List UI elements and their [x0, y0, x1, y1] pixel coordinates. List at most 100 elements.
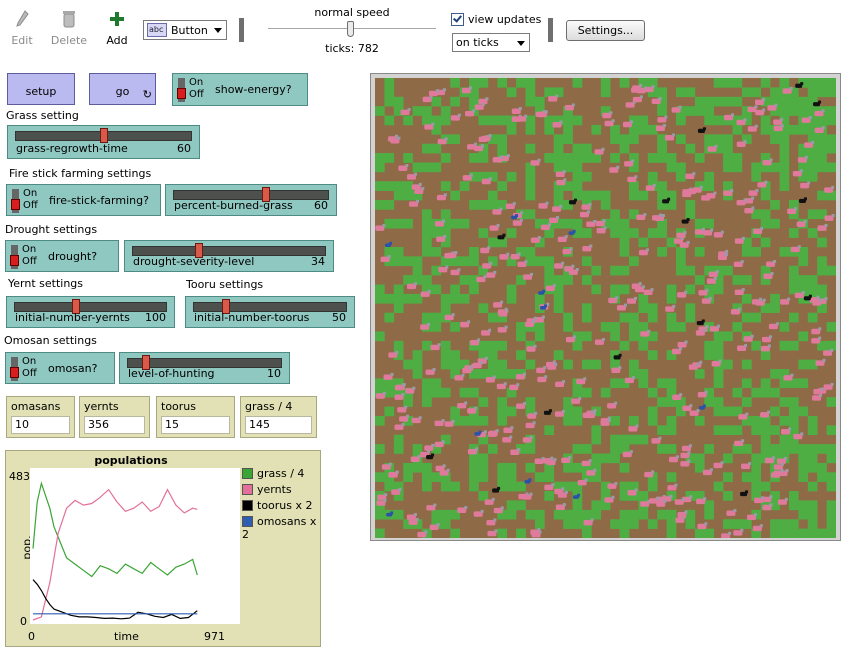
- grass-patch: [760, 218, 771, 229]
- edit-button[interactable]: Edit: [0, 8, 44, 52]
- grass-patch: [751, 246, 762, 257]
- initial-number-yernts-slider[interactable]: initial-number-yernts 100: [6, 296, 175, 328]
- grass-patch: [741, 444, 752, 454]
- grass-patch: [469, 472, 479, 482]
- grass-patch: [770, 200, 780, 210]
- grass-patch: [393, 96, 404, 107]
- grass-patch: [478, 453, 489, 464]
- grass-patch: [657, 509, 667, 520]
- grass-patch: [685, 209, 696, 220]
- grass-patch: [422, 209, 432, 220]
- grass-patch: [422, 106, 432, 116]
- switch-knob[interactable]: [177, 88, 186, 99]
- grass-patch: [619, 519, 630, 529]
- initial-number-toorus-slider[interactable]: initial-number-toorus 50: [185, 296, 355, 328]
- switch-knob[interactable]: [11, 199, 20, 210]
- delete-button[interactable]: Delete: [47, 8, 91, 52]
- slider-value: 60: [314, 199, 328, 212]
- settings-button[interactable]: Settings...: [566, 20, 645, 41]
- grass-patch: [751, 462, 762, 473]
- grass-patch: [798, 453, 809, 464]
- grass-patch: [647, 387, 658, 398]
- omosan-switch[interactable]: On Off omosan?: [5, 352, 115, 384]
- grass-patch: [619, 228, 630, 238]
- drought-switch[interactable]: On Off drought?: [5, 240, 119, 272]
- grass-patch: [638, 434, 649, 445]
- grass-patch: [826, 115, 836, 126]
- world-view[interactable]: [375, 78, 836, 538]
- grass-patch: [704, 115, 714, 126]
- grass-patch: [610, 444, 620, 454]
- grass-patch: [619, 312, 630, 323]
- grass-patch: [581, 359, 592, 370]
- grass-patch: [826, 453, 836, 464]
- grass-patch: [798, 500, 809, 511]
- grass-patch: [760, 190, 771, 201]
- grass-patch: [581, 509, 592, 520]
- grass-patch: [807, 519, 818, 529]
- grass-patch: [788, 200, 799, 210]
- setup-button[interactable]: setup: [7, 73, 75, 105]
- grass-patch: [751, 340, 762, 351]
- grass-patch: [431, 284, 442, 295]
- widget-type-select[interactable]: abc Button: [143, 20, 227, 40]
- grass-patch: [807, 509, 818, 520]
- grass-patch: [384, 181, 395, 191]
- grass-patch: [619, 265, 630, 276]
- grass-patch: [657, 153, 667, 163]
- grass-patch: [525, 143, 536, 154]
- grass-patch: [826, 78, 836, 88]
- level-of-hunting-slider[interactable]: level-of-hunting 10: [119, 352, 290, 384]
- grass-patch: [600, 78, 611, 88]
- grass-patch: [553, 293, 564, 304]
- grass-patch: [431, 246, 442, 257]
- view-updates-checkbox[interactable]: [451, 13, 464, 26]
- grass-patch: [826, 481, 836, 492]
- slider-thumb[interactable]: [99, 128, 108, 143]
- grass-patch: [610, 134, 620, 145]
- grass-patch: [412, 462, 423, 473]
- grass-patch: [798, 472, 809, 482]
- percent-burned-grass-slider[interactable]: percent-burned-grass 60: [165, 184, 337, 216]
- drought-severity-level-slider[interactable]: drought-severity-level 34: [124, 240, 334, 272]
- grass-patch: [591, 124, 602, 135]
- world-view-frame: [370, 73, 841, 541]
- grass-patch: [826, 444, 836, 454]
- grass-patch: [751, 453, 762, 464]
- grass-patch: [384, 406, 395, 417]
- grass-patch: [788, 265, 799, 276]
- grass-patch: [770, 303, 780, 313]
- grass-patch: [817, 284, 827, 295]
- grass-patch: [422, 397, 432, 407]
- grass-patch: [393, 190, 404, 201]
- slider-name: initial-number-toorus: [194, 311, 310, 324]
- grass-patch: [647, 481, 658, 492]
- monitor-value: 145: [245, 416, 312, 434]
- grass-patch: [817, 143, 827, 154]
- switch-knob[interactable]: [10, 255, 19, 266]
- speed-slider-thumb[interactable]: [347, 21, 354, 37]
- grass-patch: [610, 453, 620, 464]
- go-button[interactable]: go ↻: [89, 73, 156, 105]
- grass-patch: [779, 444, 790, 454]
- monitor-label: omasans: [11, 400, 61, 413]
- switch-knob[interactable]: [10, 367, 19, 378]
- grass-patch: [713, 284, 724, 295]
- grass-patch: [798, 378, 809, 389]
- fire-stick-farming-switch[interactable]: On Off fire-stick-farming?: [6, 184, 161, 216]
- grass-patch: [657, 228, 667, 238]
- legend-label: omosans x 2: [242, 515, 317, 541]
- grass-patch: [422, 143, 432, 154]
- add-button[interactable]: Add: [95, 8, 139, 52]
- grass-patch: [610, 265, 620, 276]
- update-mode-select[interactable]: on ticks: [452, 33, 530, 52]
- grass-patch: [497, 397, 508, 407]
- grass-patch: [638, 303, 649, 313]
- grass-patch: [525, 444, 536, 454]
- grass-regrowth-time-slider[interactable]: grass-regrowth-time 60: [7, 125, 200, 159]
- grass-patch: [826, 143, 836, 154]
- show-energy-switch[interactable]: On Off show-energy?: [172, 73, 308, 106]
- grass-patch: [375, 444, 385, 454]
- grass-patch: [760, 78, 771, 88]
- grass-patch: [619, 78, 630, 88]
